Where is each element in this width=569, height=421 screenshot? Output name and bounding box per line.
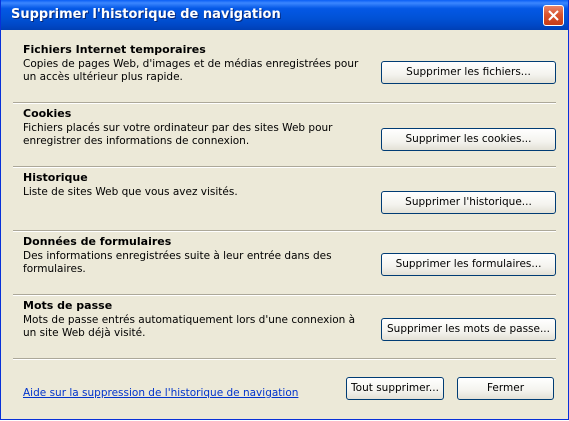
delete-passwords-button[interactable]: Supprimer les mots de passe... (381, 318, 556, 341)
sections-container: Fichiers Internet temporaires Copies de … (13, 40, 556, 360)
delete-forms-button[interactable]: Supprimer les formulaires... (381, 253, 556, 276)
section-title: Cookies (23, 107, 72, 120)
help-link[interactable]: Aide sur la suppression de l'historique … (23, 387, 298, 399)
delete-history-button[interactable]: Supprimer l'historique... (381, 191, 556, 214)
close-window-button[interactable] (543, 5, 564, 26)
close-button[interactable]: Fermer (457, 377, 554, 400)
delete-history-dialog: Supprimer l'historique de navigation Fic… (0, 0, 569, 420)
section-form-data: Données de formulaires Des informations … (13, 232, 556, 296)
section-passwords: Mots de passe Mots de passe entrés autom… (13, 296, 556, 360)
section-title: Fichiers Internet temporaires (23, 43, 206, 56)
delete-cookies-button[interactable]: Supprimer les cookies... (381, 128, 556, 151)
delete-all-button[interactable]: Tout supprimer... (346, 377, 444, 400)
section-cookies: Cookies Fichiers placés sur votre ordina… (13, 104, 556, 168)
close-icon (548, 10, 559, 21)
section-description: Liste de sites Web que vous avez visités… (23, 186, 238, 198)
section-history: Historique Liste de sites Web que vous a… (13, 168, 556, 232)
section-description: Copies de pages Web, d'images et de médi… (23, 58, 359, 83)
section-description: Des informations enregistrées suite à le… (23, 250, 332, 275)
section-title: Mots de passe (23, 299, 113, 312)
dialog-title: Supprimer l'historique de navigation (11, 7, 281, 22)
delete-files-button[interactable]: Supprimer les fichiers... (381, 61, 556, 84)
section-title: Données de formulaires (23, 235, 172, 248)
section-temporary-files: Fichiers Internet temporaires Copies de … (13, 40, 556, 104)
section-title: Historique (23, 171, 88, 184)
section-description: Mots de passe entrés automatiquement lor… (23, 314, 356, 339)
section-divider (13, 358, 556, 360)
title-bar[interactable]: Supprimer l'historique de navigation (1, 0, 568, 30)
section-description: Fichiers placés sur votre ordinateur par… (23, 122, 333, 147)
